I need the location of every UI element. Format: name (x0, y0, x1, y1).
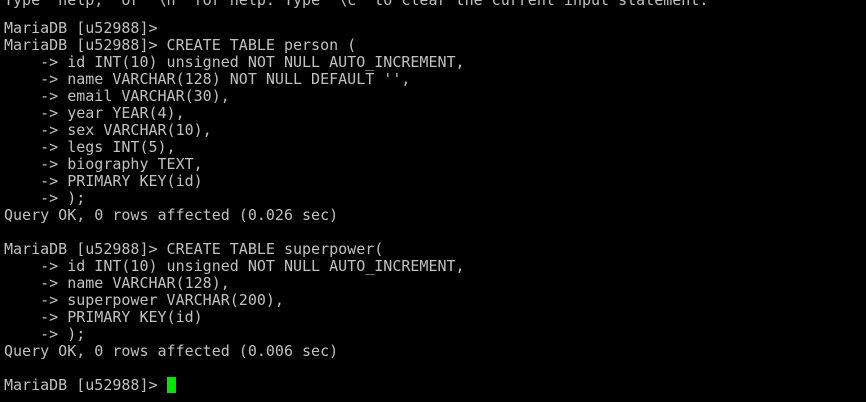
terminal-line: -> ); (4, 189, 86, 207)
terminal-line-create-superpower: MariaDB [u52988]> CREATE TABLE superpowe… (4, 240, 384, 258)
terminal-line: -> sex VARCHAR(10), (4, 121, 212, 139)
terminal-line: -> name VARCHAR(128), (4, 274, 230, 292)
terminal-line-help-hint: Type 'help;' or '\h' for help. Type '\c'… (4, 0, 709, 9)
terminal-line: -> year YEAR(4), (4, 104, 185, 122)
terminal-prompt: MariaDB [u52988]> (4, 376, 167, 394)
terminal-line: -> legs INT(5), (4, 138, 176, 156)
terminal-line-create-person: MariaDB [u52988]> CREATE TABLE person ( (4, 36, 357, 54)
terminal-line-query-result: Query OK, 0 rows affected (0.006 sec) (4, 342, 339, 360)
terminal-line: -> id INT(10) unsigned NOT NULL AUTO_INC… (4, 257, 465, 275)
terminal-line: -> PRIMARY KEY(id) (4, 172, 203, 190)
terminal-line: -> email VARCHAR(30), (4, 87, 230, 105)
terminal-line: -> PRIMARY KEY(id) (4, 308, 203, 326)
terminal-cursor (166, 377, 176, 393)
terminal-line: -> name VARCHAR(128) NOT NULL DEFAULT ''… (4, 70, 411, 88)
terminal-line: -> superpower VARCHAR(200), (4, 291, 284, 309)
terminal-input-line[interactable]: MariaDB [u52988]> (4, 377, 176, 394)
terminal-window[interactable]: Type 'help;' or '\h' for help. Type '\c'… (0, 0, 866, 402)
terminal-line: -> ); (4, 325, 86, 343)
terminal-line-query-result: Query OK, 0 rows affected (0.026 sec) (4, 206, 339, 224)
terminal-line: -> biography TEXT, (4, 155, 203, 173)
terminal-line: -> id INT(10) unsigned NOT NULL AUTO_INC… (4, 53, 465, 71)
terminal-line-prompt: MariaDB [u52988]> (4, 19, 158, 37)
